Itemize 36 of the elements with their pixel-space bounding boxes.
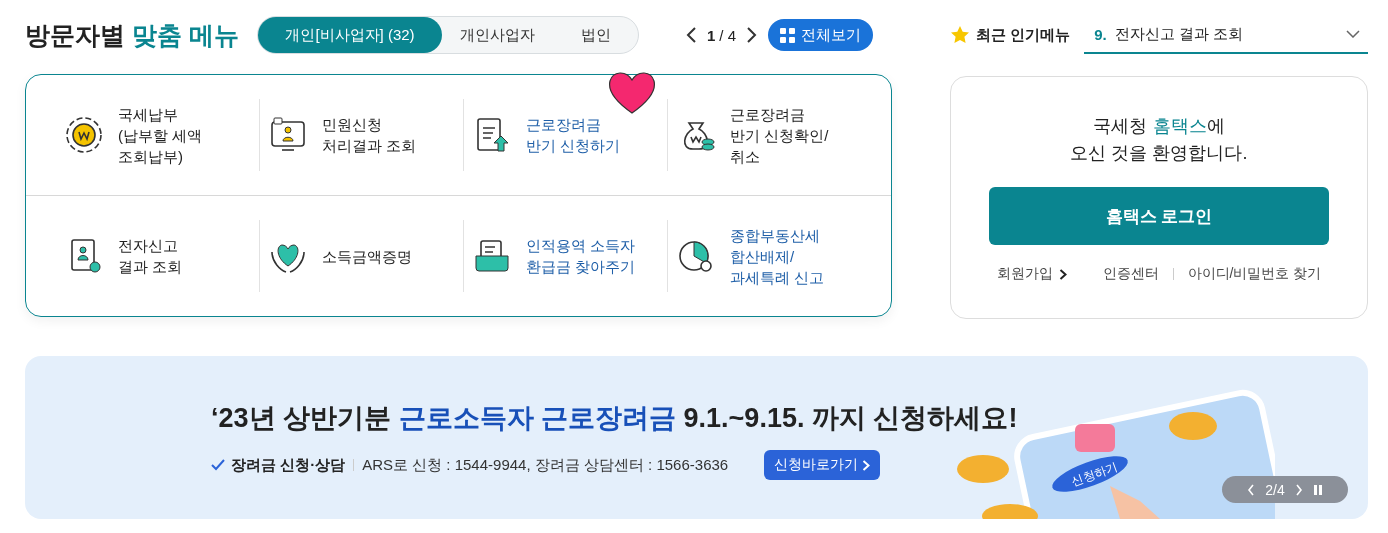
menu-link[interactable]: 근로장려금 반기 신청하기 (526, 114, 621, 156)
grid-icon (780, 27, 796, 43)
contact-info: ARS로 신청 : 1544-9944, 장려금 상담센터 : 1566-3636 (362, 455, 729, 475)
account-link[interactable]: 아이디/비밀번호 찾기 (1187, 265, 1322, 283)
login-button[interactable]: 홈택스 로그인 (989, 187, 1329, 245)
view-all-button[interactable]: 전체보기 (768, 19, 874, 51)
menu-link[interactable]: 종합부동산세 합산배제/ 과세특례 신고 (730, 224, 825, 288)
consult-label: 장려금 신청·상담 (211, 455, 346, 475)
welcome-text: 오신 것을 환영합니다. (1070, 142, 1248, 165)
popular-menu-select[interactable]: 9. 전자신고 결과 조회 (1084, 16, 1368, 54)
menu-link[interactable]: 인적용역 소득자 환급금 찾아주기 (526, 235, 636, 277)
star-icon (950, 25, 970, 45)
menu-link[interactable]: 근로장려금 반기 신청확인/ 취소 (730, 103, 829, 167)
apply-button[interactable]: 신청바로가기 (764, 450, 881, 480)
account-link[interactable]: 인증센터 (1102, 265, 1159, 283)
chevron-right-icon (1058, 268, 1067, 280)
chevron-down-icon (1346, 30, 1360, 38)
slide-counter: 2/4 (1265, 481, 1285, 498)
menu-link[interactable]: 국세납부 (납부할 세액 조회납부) (118, 103, 203, 167)
chevron-right-icon (862, 459, 871, 471)
tab[interactable]: 법인 (553, 17, 638, 53)
pause-icon[interactable] (1312, 483, 1323, 496)
page-total: / 4 (719, 26, 737, 44)
menu-link[interactable]: 소득금액증명 (322, 245, 412, 267)
menu-link[interactable]: 민원신청 처리결과 조회 (322, 114, 417, 156)
welcome-text: 국세청 홈택스에 (1093, 115, 1225, 138)
tab[interactable]: 개인사업자 (442, 17, 553, 53)
page-number: 1 (707, 26, 716, 44)
tab[interactable]: 개인[비사업자] (32) (258, 17, 442, 53)
account-link[interactable]: 회원가입 (996, 265, 1067, 283)
popular-menu-label: 최근 인기메뉴 (950, 25, 1071, 45)
check-icon (211, 459, 225, 471)
menu-link[interactable]: 전자신고 결과 조회 (118, 235, 183, 277)
section-title: 방문자별 맞춤 메뉴 (25, 19, 240, 51)
banner-headline: ‘23년 상반기분 근로소득자 근로장려금 9.1.~9.15. 까지 신청하세요! (211, 402, 1019, 435)
coin-icon (64, 115, 104, 155)
